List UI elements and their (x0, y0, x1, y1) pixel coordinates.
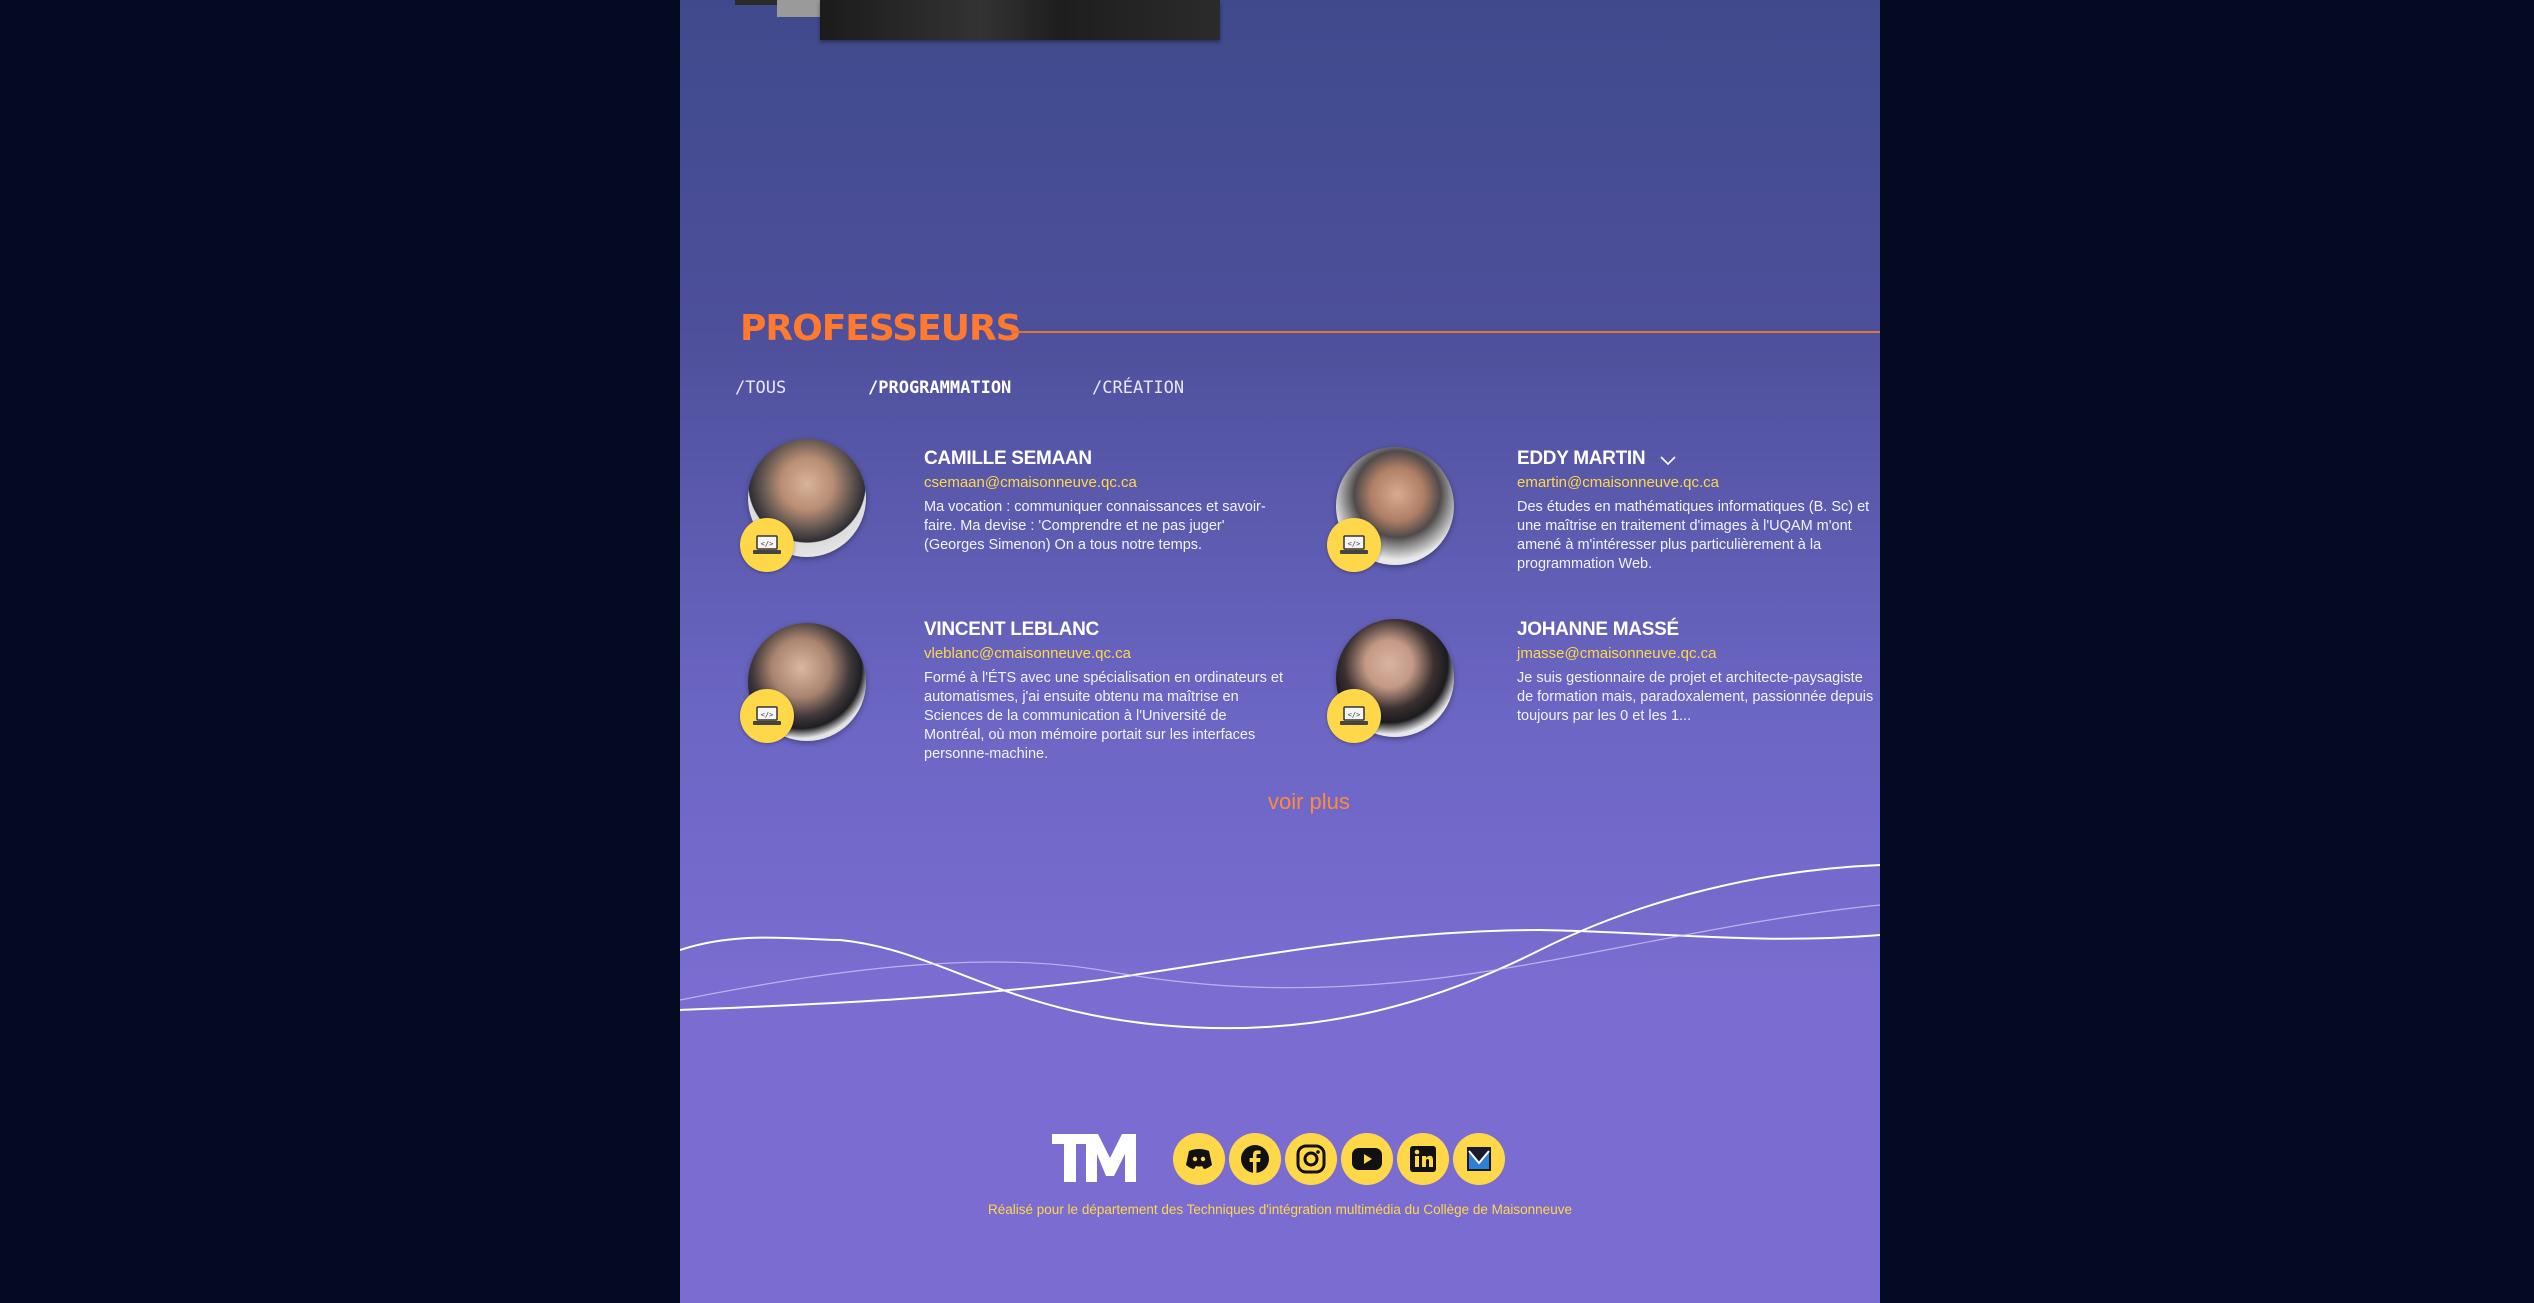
professor-email[interactable]: emartin@cmaisonneuve.qc.ca (1517, 474, 1719, 491)
tm-logo[interactable] (1050, 1130, 1140, 1188)
professor-card: </> JOHANNE MASSÉ jmasse@cmaisonneuve.qc… (1327, 607, 1880, 777)
professor-name: EDDY MARTIN (1517, 448, 1646, 469)
professor-email[interactable]: jmasse@cmaisonneuve.qc.ca (1517, 645, 1716, 662)
laptop-code-icon: </> (1327, 689, 1381, 743)
professor-name: CAMILLE SEMAAN (924, 448, 1092, 469)
professor-bio: Formé à l'ÉTS avec une spécialisation en… (924, 670, 1284, 762)
svg-text:</>: </> (761, 711, 774, 719)
filter-tous[interactable]: /TOUS (735, 378, 786, 398)
page-content: PROFESSEURS /TOUS /PROGRAMMATION /CRÉATI… (680, 0, 1880, 1303)
laptop-code-icon: </> (740, 689, 794, 743)
professor-bio: Je suis gestionnaire de projet et archit… (1517, 670, 1874, 724)
professor-card: </> CAMILLE SEMAAN csemaan@cmaisonneuve.… (740, 436, 1320, 606)
chevron-down-icon[interactable] (1660, 456, 1676, 466)
professor-card: </> EDDY MARTIN emartin@cmaisonneuve.qc.… (1327, 436, 1880, 606)
professor-bio: Des études en mathématiques informatique… (1517, 499, 1870, 572)
footer-credit: Réalisé pour le département des Techniqu… (988, 1202, 1572, 1217)
title-divider (1011, 331, 1880, 333)
professor-card: </> VINCENT LEBLANC vleblanc@cmaisonneuv… (740, 607, 1320, 777)
laptop-code-icon: </> (1327, 518, 1381, 572)
svg-text:</>: </> (761, 540, 774, 548)
facebook-icon[interactable] (1229, 1133, 1281, 1185)
instagram-icon[interactable] (1285, 1133, 1337, 1185)
professor-name: JOHANNE MASSÉ (1517, 619, 1679, 640)
decorative-waves (680, 864, 1880, 1030)
voir-plus-link[interactable]: voir plus (1268, 789, 1350, 815)
professor-email[interactable]: vleblanc@cmaisonneuve.qc.ca (924, 645, 1131, 662)
filter-creation[interactable]: /CRÉATION (1092, 378, 1184, 398)
discord-icon[interactable] (1173, 1133, 1225, 1185)
professor-bio: Ma vocation : communiquer connaissances … (924, 499, 1266, 553)
maisonneuve-icon[interactable] (1453, 1133, 1505, 1185)
laptop-code-icon: </> (740, 518, 794, 572)
section-title: PROFESSEURS (740, 308, 1022, 349)
svg-text:</>: </> (1348, 540, 1361, 548)
professor-name: VINCENT LEBLANC (924, 619, 1099, 640)
linkedin-icon[interactable] (1397, 1133, 1449, 1185)
svg-text:</>: </> (1348, 711, 1361, 719)
youtube-icon[interactable] (1341, 1133, 1393, 1185)
professor-email[interactable]: csemaan@cmaisonneuve.qc.ca (924, 474, 1137, 491)
hero-photo (820, 0, 1220, 40)
filter-programmation[interactable]: /PROGRAMMATION (868, 378, 1011, 398)
